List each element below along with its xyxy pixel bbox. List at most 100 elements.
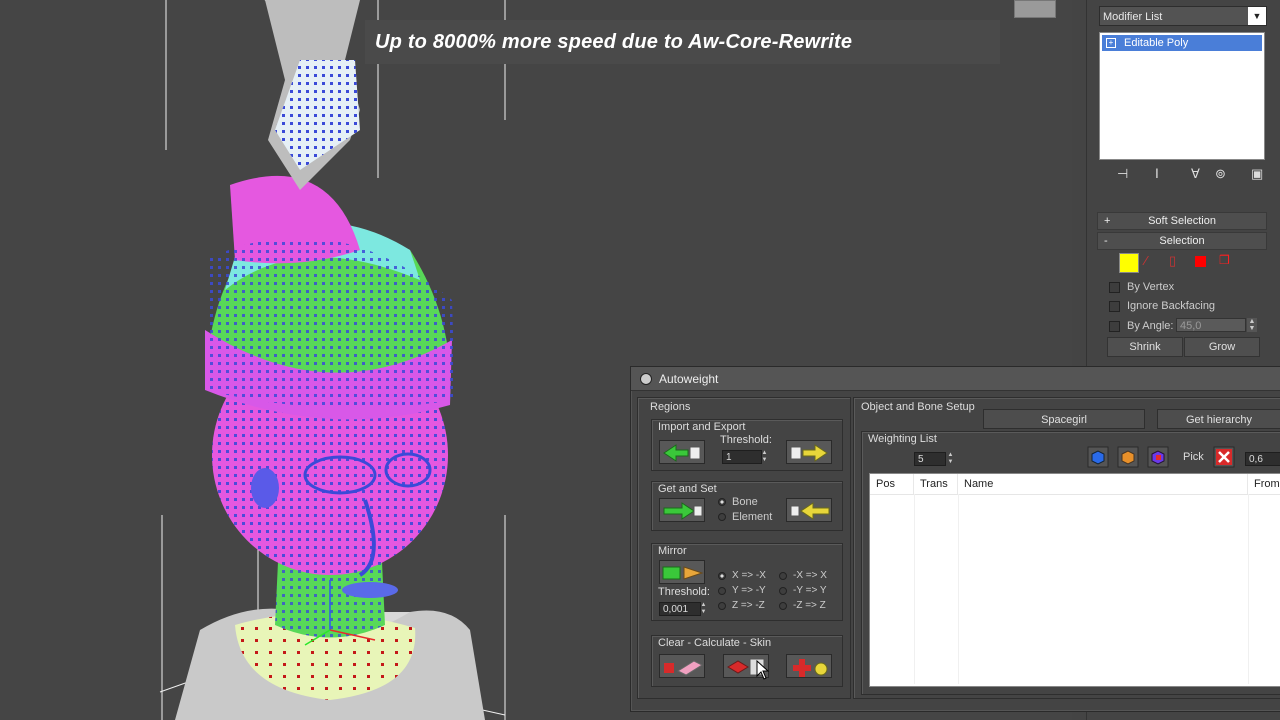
overlay-caption: Up to 8000% more speed due to Aw-Core-Re… bbox=[375, 31, 853, 53]
weighting-count-input[interactable]: 5 bbox=[914, 452, 946, 466]
window-titlebar[interactable]: Autoweight bbox=[631, 367, 1280, 391]
subobject-level-icons: ⁄ ▯ ❒ bbox=[1119, 253, 1239, 273]
mirror-label: Mirror bbox=[658, 545, 687, 557]
checkbox-box[interactable] bbox=[1109, 282, 1120, 293]
radio-label: -X => X bbox=[793, 570, 827, 581]
radio-z-to-minus-z[interactable]: Z => -Z bbox=[718, 599, 765, 613]
checkbox-label: By Angle: bbox=[1127, 320, 1174, 332]
add-skin-icon bbox=[793, 659, 828, 677]
by-vertex-checkbox[interactable]: By Vertex bbox=[1109, 280, 1174, 294]
column-header-pos[interactable]: Pos bbox=[870, 474, 914, 494]
radio-dot[interactable] bbox=[718, 602, 726, 610]
radio-dot[interactable] bbox=[718, 572, 726, 580]
rollout-label: Soft Selection bbox=[1148, 215, 1216, 227]
get-arrow-icon bbox=[663, 502, 703, 520]
mouse-cursor-icon bbox=[756, 660, 770, 680]
get-button[interactable] bbox=[659, 498, 705, 522]
column-divider bbox=[958, 494, 959, 684]
eraser-icon bbox=[664, 660, 704, 676]
by-angle-checkbox[interactable]: By Angle: bbox=[1109, 319, 1173, 333]
import-export-label: Import and Export bbox=[658, 421, 746, 433]
vertex-mode-icon[interactable] bbox=[1119, 253, 1139, 273]
radio-label: Z => -Z bbox=[732, 600, 765, 611]
chevron-down-icon[interactable]: ▼ bbox=[1248, 7, 1266, 25]
mirror-button[interactable] bbox=[659, 560, 705, 584]
radio-dot[interactable] bbox=[718, 513, 726, 521]
remove-modifier-icon[interactable]: ⊚ bbox=[1215, 166, 1226, 182]
expand-plus-icon[interactable]: + bbox=[1106, 38, 1116, 48]
mirror-threshold-input[interactable]: 0,001 bbox=[659, 602, 701, 616]
radio-label: Element bbox=[732, 511, 773, 523]
ignore-backfacing-checkbox[interactable]: Ignore Backfacing bbox=[1109, 299, 1215, 313]
radio-bone[interactable]: Bone bbox=[718, 495, 758, 509]
import-threshold-label: Threshold: bbox=[720, 434, 772, 446]
blue-cube-icon[interactable] bbox=[1087, 446, 1109, 468]
radio-element[interactable]: Element bbox=[718, 510, 772, 524]
column-divider bbox=[914, 494, 915, 684]
viewcube[interactable] bbox=[1014, 0, 1056, 18]
modifier-list-dropdown[interactable]: Modifier List ▼ bbox=[1099, 6, 1267, 26]
pick-button[interactable]: Pick bbox=[1183, 451, 1204, 463]
column-header-from[interactable]: From bbox=[1248, 474, 1280, 494]
stack-toolbar: ⊣ Ⅰ ∀ ⊚ ▣ bbox=[1099, 166, 1269, 184]
pin-stack-icon[interactable]: ⊣ bbox=[1117, 166, 1128, 182]
regions-label: Regions bbox=[650, 401, 691, 413]
import-threshold-input[interactable]: 1 bbox=[722, 450, 762, 464]
mirror-threshold-label: Threshold: bbox=[658, 586, 710, 598]
angle-spinner[interactable]: ▲ ▼ bbox=[1247, 318, 1257, 332]
export-button[interactable] bbox=[786, 440, 832, 464]
stack-item-editable-poly[interactable]: + Editable Poly bbox=[1102, 35, 1262, 51]
count-spinner[interactable]: ▲ ▼ bbox=[946, 452, 955, 466]
autoweight-window[interactable]: Autoweight Regions Import and Export Thr… bbox=[630, 366, 1280, 712]
weight-value-input[interactable]: 0,6 bbox=[1245, 452, 1280, 466]
radio-dot[interactable] bbox=[779, 572, 787, 580]
clear-button[interactable] bbox=[659, 654, 705, 678]
import-button[interactable] bbox=[659, 440, 705, 464]
export-arrow-icon bbox=[790, 444, 828, 462]
radio-dot[interactable] bbox=[779, 602, 787, 610]
weighting-list-table[interactable]: Pos Trans Name From bbox=[869, 473, 1280, 687]
shrink-button[interactable]: Shrink bbox=[1107, 337, 1183, 357]
radio-minus-y-to-y[interactable]: -Y => Y bbox=[779, 584, 827, 598]
radio-minus-z-to-z[interactable]: -Z => Z bbox=[779, 599, 826, 613]
modifier-list-label: Modifier List bbox=[1103, 11, 1163, 23]
radio-minus-x-to-x[interactable]: -X => X bbox=[779, 569, 827, 583]
checkbox-box[interactable] bbox=[1109, 321, 1120, 332]
radio-dot[interactable] bbox=[779, 587, 787, 595]
grow-button[interactable]: Grow bbox=[1184, 337, 1260, 357]
column-header-trans[interactable]: Trans bbox=[914, 474, 958, 494]
threshold-spinner[interactable]: ▲ ▼ bbox=[760, 450, 769, 464]
set-button[interactable] bbox=[786, 498, 832, 522]
column-divider bbox=[1248, 494, 1249, 684]
radio-label: X => -X bbox=[732, 570, 766, 581]
orange-cube-icon[interactable] bbox=[1117, 446, 1139, 468]
checkbox-label: Ignore Backfacing bbox=[1127, 300, 1216, 312]
get-hierarchy-button[interactable]: Get hierarchy bbox=[1157, 409, 1280, 429]
checkbox-box[interactable] bbox=[1109, 301, 1120, 312]
make-unique-icon[interactable]: ∀ bbox=[1191, 166, 1200, 182]
column-header-name[interactable]: Name bbox=[958, 474, 1248, 494]
threshold-spinner[interactable]: ▲ ▼ bbox=[699, 602, 708, 616]
radio-label: Bone bbox=[732, 496, 758, 508]
angle-input[interactable]: 45,0 bbox=[1176, 318, 1246, 332]
rollout-selection[interactable]: - Selection bbox=[1097, 232, 1267, 250]
radio-dot[interactable] bbox=[718, 587, 726, 595]
configure-sets-icon[interactable]: ▣ bbox=[1251, 166, 1263, 182]
remove-x-icon[interactable] bbox=[1213, 446, 1235, 468]
polygon-mode-icon[interactable] bbox=[1195, 256, 1206, 267]
radio-y-to-minus-y[interactable]: Y => -Y bbox=[718, 584, 766, 598]
rollout-soft-selection[interactable]: + Soft Selection bbox=[1097, 212, 1267, 230]
radio-label: Y => -Y bbox=[732, 585, 766, 596]
border-mode-icon[interactable]: ▯ bbox=[1169, 253, 1187, 271]
radio-x-to-minus-x[interactable]: X => -X bbox=[718, 569, 766, 583]
radio-dot[interactable] bbox=[718, 498, 726, 506]
modifier-stack[interactable]: + Editable Poly bbox=[1099, 32, 1265, 160]
object-picker-button[interactable]: Spacegirl bbox=[983, 409, 1145, 429]
edge-mode-icon[interactable]: ⁄ bbox=[1145, 253, 1163, 271]
get-set-label: Get and Set bbox=[658, 483, 717, 495]
element-mode-icon[interactable]: ❒ bbox=[1219, 253, 1237, 271]
skin-button[interactable] bbox=[786, 654, 832, 678]
window-title: Autoweight bbox=[659, 372, 719, 386]
show-end-result-icon[interactable]: Ⅰ bbox=[1155, 166, 1159, 182]
purple-cube-icon[interactable] bbox=[1147, 446, 1169, 468]
